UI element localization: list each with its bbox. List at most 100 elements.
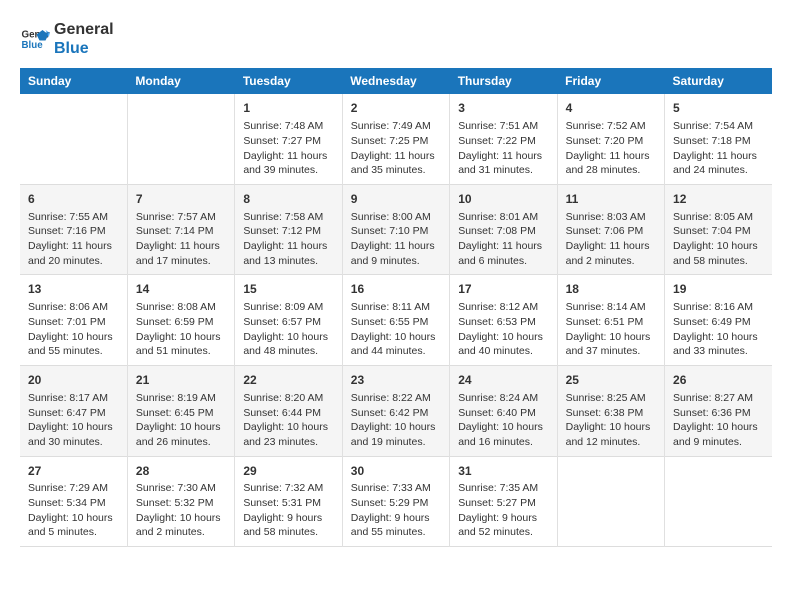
calendar-header-row: SundayMondayTuesdayWednesdayThursdayFrid…: [20, 68, 772, 94]
day-info: Sunrise: 7:48 AM Sunset: 7:27 PM Dayligh…: [243, 119, 333, 178]
day-info: Sunrise: 7:57 AM Sunset: 7:14 PM Dayligh…: [136, 210, 226, 269]
day-number: 12: [673, 191, 764, 208]
day-cell: 13 Sunrise: 8:06 AM Sunset: 7:01 PM Dayli…: [20, 275, 127, 366]
day-cell: 2 Sunrise: 7:49 AM Sunset: 7:25 PM Daylig…: [342, 94, 449, 184]
day-number: 25: [566, 372, 656, 389]
svg-text:Blue: Blue: [22, 40, 44, 51]
day-cell: 8Sunrise: 7:58 AM Sunset: 7:12 PM Daylig…: [235, 184, 342, 275]
day-number: 29: [243, 463, 333, 480]
day-info: Sunrise: 8:12 AM Sunset: 6:53 PM Dayligh…: [458, 300, 548, 359]
logo-blue: Blue: [54, 39, 114, 58]
day-info: Sunrise: 8:03 AM Sunset: 7:06 PM Dayligh…: [566, 210, 656, 269]
day-info: Sunrise: 8:19 AM Sunset: 6:45 PM Dayligh…: [136, 391, 226, 450]
day-cell: 25 Sunrise: 8:25 AM Sunset: 6:38 PM Dayli…: [557, 366, 664, 457]
day-number: 30: [351, 463, 441, 480]
day-cell: 19 Sunrise: 8:16 AM Sunset: 6:49 PM Dayli…: [665, 275, 772, 366]
day-cell: 15 Sunrise: 8:09 AM Sunset: 6:57 PM Dayli…: [235, 275, 342, 366]
day-info: Sunrise: 7:54 AM Sunset: 7:18 PM Dayligh…: [673, 119, 764, 178]
day-info: Sunrise: 7:29 AM Sunset: 5:34 PM Dayligh…: [28, 481, 119, 540]
day-info: Sunrise: 7:51 AM Sunset: 7:22 PM Dayligh…: [458, 119, 548, 178]
day-number: 2: [351, 100, 441, 117]
day-number: 24: [458, 372, 548, 389]
day-cell: 20 Sunrise: 8:17 AM Sunset: 6:47 PM Dayli…: [20, 366, 127, 457]
day-info: Sunrise: 7:52 AM Sunset: 7:20 PM Dayligh…: [566, 119, 656, 178]
day-info: Sunrise: 7:49 AM Sunset: 7:25 PM Dayligh…: [351, 119, 441, 178]
day-cell: 31Sunrise: 7:35 AM Sunset: 5:27 PM Dayli…: [450, 456, 557, 547]
header-tuesday: Tuesday: [235, 68, 342, 94]
day-number: 14: [136, 281, 226, 298]
day-cell: 1 Sunrise: 7:48 AM Sunset: 7:27 PM Daylig…: [235, 94, 342, 184]
day-number: 28: [136, 463, 226, 480]
day-info: Sunrise: 8:25 AM Sunset: 6:38 PM Dayligh…: [566, 391, 656, 450]
day-info: Sunrise: 8:16 AM Sunset: 6:49 PM Dayligh…: [673, 300, 764, 359]
day-info: Sunrise: 7:58 AM Sunset: 7:12 PM Dayligh…: [243, 210, 333, 269]
day-number: 7: [136, 191, 226, 208]
week-row-1: 1 Sunrise: 7:48 AM Sunset: 7:27 PM Daylig…: [20, 94, 772, 184]
day-number: 27: [28, 463, 119, 480]
day-number: 5: [673, 100, 764, 117]
day-info: Sunrise: 7:32 AM Sunset: 5:31 PM Dayligh…: [243, 481, 333, 540]
day-number: 4: [566, 100, 656, 117]
day-cell: 10 Sunrise: 8:01 AM Sunset: 7:08 PM Dayli…: [450, 184, 557, 275]
day-number: 17: [458, 281, 548, 298]
day-info: Sunrise: 7:30 AM Sunset: 5:32 PM Dayligh…: [136, 481, 226, 540]
day-info: Sunrise: 8:22 AM Sunset: 6:42 PM Dayligh…: [351, 391, 441, 450]
day-cell: 22 Sunrise: 8:20 AM Sunset: 6:44 PM Dayli…: [235, 366, 342, 457]
header-wednesday: Wednesday: [342, 68, 449, 94]
day-cell: 7 Sunrise: 7:57 AM Sunset: 7:14 PM Daylig…: [127, 184, 234, 275]
logo: General Blue General Blue: [20, 20, 114, 58]
day-number: 23: [351, 372, 441, 389]
day-info: Sunrise: 8:01 AM Sunset: 7:08 PM Dayligh…: [458, 210, 548, 269]
day-cell: [127, 94, 234, 184]
day-number: 22: [243, 372, 333, 389]
day-cell: 17 Sunrise: 8:12 AM Sunset: 6:53 PM Dayli…: [450, 275, 557, 366]
day-cell: 26 Sunrise: 8:27 AM Sunset: 6:36 PM Dayli…: [665, 366, 772, 457]
day-cell: 11 Sunrise: 8:03 AM Sunset: 7:06 PM Dayli…: [557, 184, 664, 275]
day-number: 16: [351, 281, 441, 298]
day-number: 6: [28, 191, 119, 208]
day-cell: [557, 456, 664, 547]
day-info: Sunrise: 8:24 AM Sunset: 6:40 PM Dayligh…: [458, 391, 548, 450]
header-thursday: Thursday: [450, 68, 557, 94]
day-number: 20: [28, 372, 119, 389]
day-number: 9: [351, 191, 441, 208]
page-header: General Blue General Blue: [20, 20, 772, 58]
day-cell: 21Sunrise: 8:19 AM Sunset: 6:45 PM Dayli…: [127, 366, 234, 457]
day-info: Sunrise: 8:14 AM Sunset: 6:51 PM Dayligh…: [566, 300, 656, 359]
day-number: 19: [673, 281, 764, 298]
day-number: 1: [243, 100, 333, 117]
day-cell: 3Sunrise: 7:51 AM Sunset: 7:22 PM Daylig…: [450, 94, 557, 184]
day-number: 13: [28, 281, 119, 298]
day-number: 18: [566, 281, 656, 298]
day-cell: 4 Sunrise: 7:52 AM Sunset: 7:20 PM Daylig…: [557, 94, 664, 184]
day-cell: 5 Sunrise: 7:54 AM Sunset: 7:18 PM Daylig…: [665, 94, 772, 184]
header-friday: Friday: [557, 68, 664, 94]
week-row-3: 13 Sunrise: 8:06 AM Sunset: 7:01 PM Dayli…: [20, 275, 772, 366]
day-cell: 27Sunrise: 7:29 AM Sunset: 5:34 PM Dayli…: [20, 456, 127, 547]
header-sunday: Sunday: [20, 68, 127, 94]
day-info: Sunrise: 8:27 AM Sunset: 6:36 PM Dayligh…: [673, 391, 764, 450]
day-info: Sunrise: 8:05 AM Sunset: 7:04 PM Dayligh…: [673, 210, 764, 269]
day-number: 15: [243, 281, 333, 298]
day-info: Sunrise: 8:08 AM Sunset: 6:59 PM Dayligh…: [136, 300, 226, 359]
day-cell: 29Sunrise: 7:32 AM Sunset: 5:31 PM Dayli…: [235, 456, 342, 547]
day-info: Sunrise: 8:00 AM Sunset: 7:10 PM Dayligh…: [351, 210, 441, 269]
logo-icon: General Blue: [20, 24, 50, 54]
day-number: 11: [566, 191, 656, 208]
day-cell: 12 Sunrise: 8:05 AM Sunset: 7:04 PM Dayli…: [665, 184, 772, 275]
day-cell: 14 Sunrise: 8:08 AM Sunset: 6:59 PM Dayli…: [127, 275, 234, 366]
day-cell: 9 Sunrise: 8:00 AM Sunset: 7:10 PM Daylig…: [342, 184, 449, 275]
header-saturday: Saturday: [665, 68, 772, 94]
day-cell: [20, 94, 127, 184]
day-number: 26: [673, 372, 764, 389]
day-info: Sunrise: 8:20 AM Sunset: 6:44 PM Dayligh…: [243, 391, 333, 450]
day-number: 31: [458, 463, 548, 480]
day-info: Sunrise: 7:33 AM Sunset: 5:29 PM Dayligh…: [351, 481, 441, 540]
day-info: Sunrise: 7:55 AM Sunset: 7:16 PM Dayligh…: [28, 210, 119, 269]
day-info: Sunrise: 8:17 AM Sunset: 6:47 PM Dayligh…: [28, 391, 119, 450]
day-cell: 30Sunrise: 7:33 AM Sunset: 5:29 PM Dayli…: [342, 456, 449, 547]
day-info: Sunrise: 8:06 AM Sunset: 7:01 PM Dayligh…: [28, 300, 119, 359]
day-info: Sunrise: 8:09 AM Sunset: 6:57 PM Dayligh…: [243, 300, 333, 359]
day-number: 10: [458, 191, 548, 208]
day-cell: 28Sunrise: 7:30 AM Sunset: 5:32 PM Dayli…: [127, 456, 234, 547]
